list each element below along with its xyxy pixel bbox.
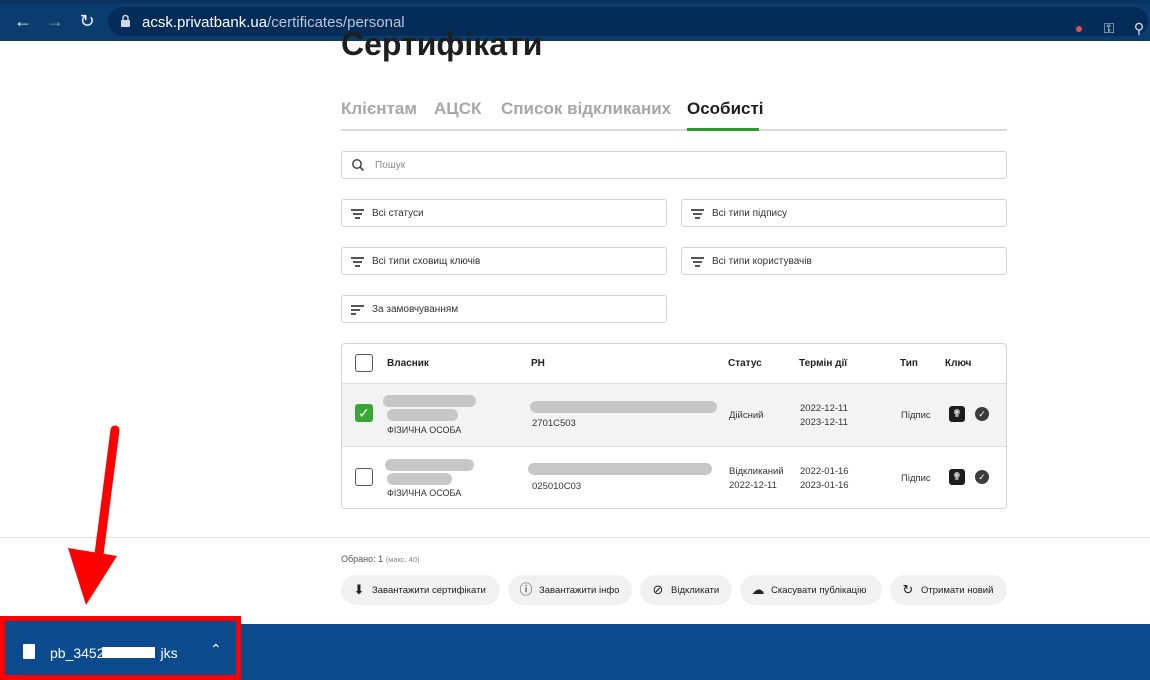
status-value: Відкликаний <box>729 466 784 477</box>
active-tab-underline <box>687 128 759 131</box>
certificate-tabs: Клієнтам АЦСК Список відкликаних Особист… <box>341 97 1007 131</box>
get-new-button[interactable]: ↻ Отримати новий <box>890 575 1007 605</box>
table-row[interactable]: ✓ ФІЗИЧНА ОСОБА 2701C503 Дійсний 2022-12… <box>342 383 1006 446</box>
forward-arrow-icon[interactable]: → <box>44 10 66 32</box>
search-icon <box>352 159 365 172</box>
owner-type: ФІЗИЧНА ОСОБА <box>387 425 462 435</box>
certificates-table: Власник РН Статус Термін дії Тип Ключ ✓ … <box>341 343 1007 509</box>
column-header-status: Статус <box>728 358 762 369</box>
filename-prefix: pb_3452 <box>50 645 105 661</box>
filter-icon <box>691 206 705 220</box>
search-input[interactable]: Пошук <box>341 151 1007 179</box>
column-header-key: Ключ <box>945 358 972 369</box>
status-filter[interactable]: Всі статуси <box>341 199 667 227</box>
redacted-rn <box>530 401 717 413</box>
owner-type: ФІЗИЧНА ОСОБА <box>387 488 462 498</box>
column-header-owner: Власник <box>387 358 429 369</box>
user-type-filter-label: Всі типи користувачів <box>712 256 812 267</box>
select-all-checkbox[interactable] <box>355 354 373 372</box>
zoom-icon[interactable]: ⚲ <box>1130 19 1148 37</box>
redacted-owner-name <box>387 409 458 421</box>
filename-suffix: jks <box>160 645 178 661</box>
column-header-rn: РН <box>531 358 545 369</box>
cloud-off-icon: ☁ <box>751 582 765 597</box>
filter-icon <box>691 254 705 268</box>
revoke-button[interactable]: ⊘ Відкликати <box>640 575 732 605</box>
address-bar[interactable]: acsk.privatbank.ua/certificates/personal… <box>108 7 1148 36</box>
selection-max: (макс. 40) <box>385 555 420 564</box>
tab-personal[interactable]: Особисті <box>687 99 764 119</box>
row-checkbox-checked[interactable]: ✓ <box>355 404 373 422</box>
sort-icon <box>351 302 365 316</box>
lock-icon <box>121 14 130 27</box>
reload-icon[interactable]: ↻ <box>76 10 98 32</box>
rn-value: 025010C03 <box>532 481 582 492</box>
column-header-validity: Термін дії <box>799 358 848 369</box>
revoke-label: Відкликати <box>671 585 720 596</box>
valid-from: 2022-12-11 <box>800 403 848 414</box>
tab-revoked-list[interactable]: Список відкликаних <box>501 99 671 119</box>
cancel-publication-button[interactable]: ☁ Скасувати публікацію <box>740 575 882 605</box>
table-row[interactable]: ФІЗИЧНА ОСОБА 025010C03 Відкликаний 2022… <box>342 446 1006 508</box>
type-value: Підпис <box>901 410 931 421</box>
key-storage-filter-label: Всі типи сховищ ключів <box>372 256 481 267</box>
redacted-owner-name <box>385 459 474 471</box>
browser-toolbar: ← → ↻ acsk.privatbank.ua/certificates/pe… <box>0 0 1150 41</box>
redacted-rn <box>528 463 712 475</box>
search-placeholder: Пошук <box>375 160 406 171</box>
selection-label: Обрано: 1 <box>341 554 384 564</box>
actions-divider <box>0 537 1150 538</box>
chevron-up-icon[interactable]: ⌃ <box>210 641 222 658</box>
sign-type-filter[interactable]: Всі типи підпису <box>681 199 1007 227</box>
type-value: Підпис <box>901 473 931 484</box>
browser-tabstrip <box>0 0 1150 4</box>
tab-clients[interactable]: Клієнтам <box>341 99 417 119</box>
back-arrow-icon[interactable]: ← <box>12 10 34 32</box>
sort-select-label: За замовчуванням <box>372 304 459 315</box>
status-value: Дійсний <box>729 410 764 421</box>
key-tool-icon[interactable]: ✟ <box>949 406 965 422</box>
info-icon: ⓘ <box>519 582 533 597</box>
user-type-filter[interactable]: Всі типи користувачів <box>681 247 1007 275</box>
key-storage-filter[interactable]: Всі типи сховищ ключів <box>341 247 667 275</box>
download-icon: ⬇ <box>353 582 365 597</box>
url-domain: acsk.privatbank.ua <box>142 14 268 31</box>
downloaded-file-item[interactable]: pb_3452 jks ⌃ <box>0 616 241 680</box>
page-title: Сертифікати <box>341 26 543 62</box>
row-checkbox[interactable] <box>355 468 373 486</box>
selection-count: Обрано: 1 (макс. 40) <box>341 554 420 564</box>
check-circle-icon: ✓ <box>975 470 989 484</box>
tab-acsk[interactable]: АЦСК <box>434 99 481 119</box>
status-filter-label: Всі статуси <box>372 208 424 219</box>
sign-type-filter-label: Всі типи підпису <box>712 208 788 219</box>
get-new-label: Отримати новий <box>921 585 994 596</box>
rn-value: 2701C503 <box>532 418 576 429</box>
filter-icon <box>351 254 365 268</box>
filter-icon <box>351 206 365 220</box>
block-icon: ⊘ <box>652 582 664 597</box>
valid-to: 2023-12-11 <box>800 417 848 428</box>
key-icon[interactable]: ⚿ <box>1100 19 1118 37</box>
download-info-label: Завантажити інфо <box>539 585 620 596</box>
status-date: 2022-12-11 <box>729 480 777 491</box>
sort-select[interactable]: За замовчуванням <box>341 295 667 323</box>
location-blocked-icon[interactable]: ● <box>1070 19 1088 37</box>
check-circle-icon: ✓ <box>975 407 989 421</box>
download-certificates-label: Завантажити сертифікати <box>372 585 486 596</box>
cancel-publication-label: Скасувати публікацію <box>771 585 867 596</box>
redacted-filename-part <box>102 647 155 658</box>
file-icon <box>23 644 35 659</box>
key-tool-icon[interactable]: ✟ <box>949 469 965 485</box>
valid-to: 2023-01-16 <box>800 480 849 491</box>
download-info-button[interactable]: ⓘ Завантажити інфо <box>508 575 632 605</box>
redacted-owner-name <box>383 395 476 407</box>
column-header-type: Тип <box>900 358 918 369</box>
download-certificates-button[interactable]: ⬇ Завантажити сертифікати <box>341 575 500 605</box>
valid-from: 2022-01-16 <box>800 466 849 477</box>
redacted-owner-name <box>387 473 452 485</box>
refresh-icon: ↻ <box>902 582 914 597</box>
